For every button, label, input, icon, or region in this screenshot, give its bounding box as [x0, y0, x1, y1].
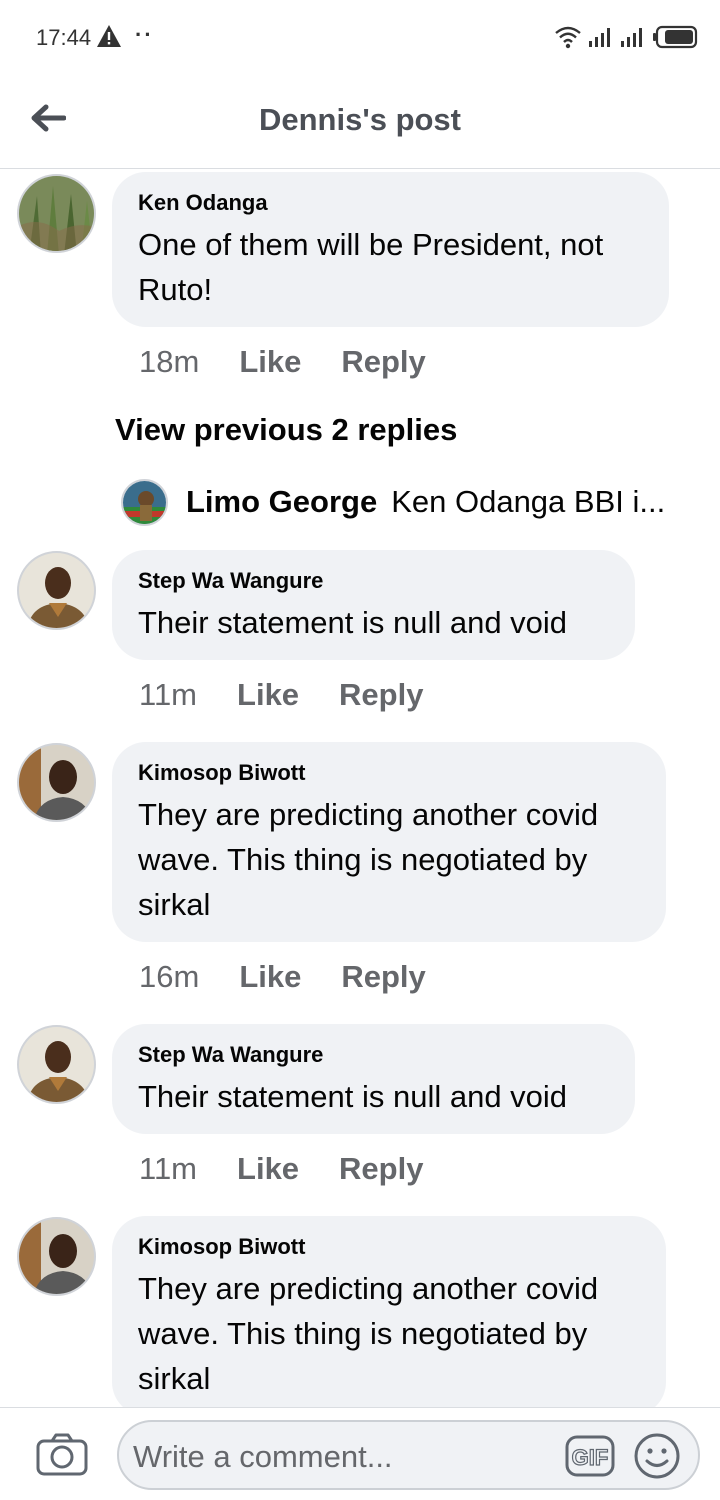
avatar[interactable]	[17, 174, 96, 253]
comment-author[interactable]: Step Wa Wangure	[138, 568, 607, 594]
avatar-image	[19, 1027, 94, 1102]
avatar-image	[19, 176, 94, 251]
comment-text: Their statement is null and void	[138, 1079, 568, 1114]
comment-author[interactable]: Ken Odanga	[138, 190, 641, 216]
comment-text: Their statement is null and void	[138, 605, 568, 640]
gif-button[interactable]: GIF	[565, 1434, 615, 1478]
comment-bubble[interactable]: Step Wa Wangure Their statement is null …	[112, 1024, 635, 1134]
comment-author[interactable]: Kimosop Biwott	[138, 760, 638, 786]
warning-icon	[97, 25, 121, 47]
comment-actions: 11m Like Reply	[139, 1151, 423, 1187]
comment-time: 16m	[139, 959, 200, 994]
comment-actions: 18m Like Reply	[139, 344, 426, 380]
battery-icon	[653, 25, 698, 49]
like-button[interactable]: Like	[239, 344, 301, 380]
avatar-image	[19, 1219, 94, 1294]
page-title: Dennis's post	[258, 102, 461, 137]
avatar[interactable]	[17, 551, 96, 630]
gif-label: GIF	[572, 1445, 609, 1470]
avatar[interactable]	[17, 1217, 96, 1296]
emoji-button[interactable]	[633, 1432, 681, 1480]
avatar[interactable]	[121, 478, 168, 526]
avatar-image	[19, 553, 94, 628]
status-time: 17:44	[36, 25, 92, 50]
emoji-icon	[634, 1433, 680, 1479]
gif-icon: GIF	[565, 1435, 615, 1477]
status-bar: 17:44 ··	[0, 0, 720, 72]
comment-bubble[interactable]: Step Wa Wangure Their statement is null …	[112, 550, 635, 660]
view-previous-replies-link[interactable]: View previous 2 replies	[115, 412, 457, 448]
avatar[interactable]	[17, 1025, 96, 1104]
comment-time: 11m	[139, 1151, 198, 1186]
reply-author[interactable]: Limo George	[186, 484, 377, 520]
comment-bubble[interactable]: Kimosop Biwott They are predicting anoth…	[112, 742, 666, 942]
reply-button[interactable]: Reply	[341, 344, 425, 380]
reply-text: Ken Odanga BBI i...	[391, 484, 666, 519]
reply-preview[interactable]: Limo George Ken Odanga BBI i...	[121, 478, 665, 526]
avatar[interactable]	[17, 743, 96, 822]
reply-button[interactable]: Reply	[339, 677, 423, 713]
wifi-icon	[555, 26, 581, 49]
more-dots-icon: ··	[135, 22, 154, 47]
like-button[interactable]: Like	[237, 1151, 299, 1187]
avatar-image	[19, 745, 94, 820]
comment-time: 18m	[139, 344, 200, 379]
signal-icon	[589, 28, 610, 47]
comment-bubble[interactable]: Ken Odanga One of them will be President…	[112, 172, 669, 327]
like-button[interactable]: Like	[237, 677, 299, 713]
signal-icon	[621, 28, 642, 47]
comment-text: They are predicting another covid wave. …	[138, 797, 599, 922]
camera-icon	[36, 1433, 88, 1476]
comment-actions: 11m Like Reply	[139, 677, 423, 713]
comment-placeholder: Write a comment...	[133, 1439, 393, 1474]
reply-button[interactable]: Reply	[339, 1151, 423, 1187]
comment-text: One of them will be President, not Ruto!	[138, 227, 604, 307]
comment-bubble[interactable]: Kimosop Biwott They are predicting anoth…	[112, 1216, 666, 1416]
camera-button[interactable]	[36, 1432, 88, 1476]
comment-actions: 16m Like Reply	[139, 959, 426, 995]
comment-author[interactable]: Kimosop Biwott	[138, 1234, 638, 1260]
avatar-image	[123, 480, 166, 524]
status-right-icons	[554, 22, 698, 52]
comment-composer: Write a comment... GIF	[0, 1407, 720, 1500]
reply-button[interactable]: Reply	[341, 959, 425, 995]
comment-text: They are predicting another covid wave. …	[138, 1271, 599, 1396]
comment-input[interactable]: Write a comment... GIF	[117, 1420, 700, 1490]
comment-author[interactable]: Step Wa Wangure	[138, 1042, 607, 1068]
header: Dennis's post	[0, 72, 720, 169]
like-button[interactable]: Like	[239, 959, 301, 995]
comment-time: 11m	[139, 677, 198, 712]
